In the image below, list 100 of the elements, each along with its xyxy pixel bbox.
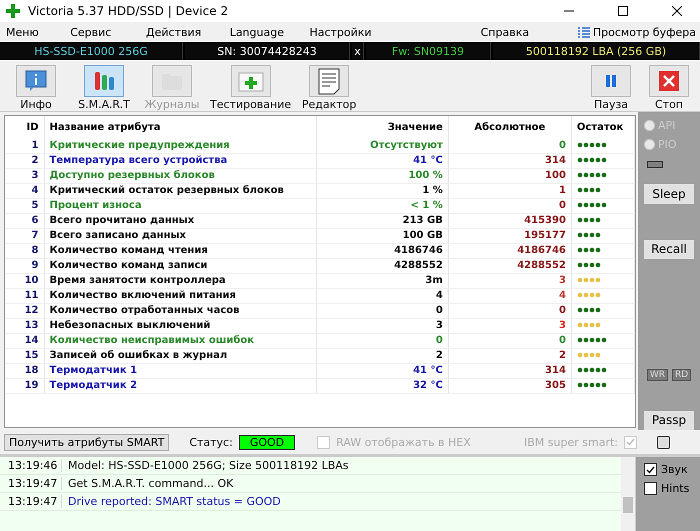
table-cell: Время занятости контроллера [44,273,316,288]
list-icon [578,26,590,38]
device-model: HS-SSD-E1000 256G [0,42,183,60]
table-cell: 4186746 [316,243,448,258]
log-message: Model: HS-SSD-E1000 256G; Size 500118192 LBAs [67,459,349,472]
info-icon [25,70,47,92]
table-cell: Температура всего устройства [44,153,316,168]
table-cell: Термодатчик 2 [44,378,316,393]
menu-item[interactable]: Меню [6,26,70,38]
side-button[interactable]: Sleep [644,184,694,204]
table-cell: 11 [5,288,44,303]
table-cell: 3 [5,168,44,183]
column-header[interactable]: Остаток [571,116,634,138]
device-capacity: 500118192 LBA (256 GB) [493,42,700,60]
option-checkbox[interactable]: Hints [644,482,692,495]
log-time: 13:19:47 [0,477,62,490]
toolbar-button[interactable]: Тестирование [210,65,292,111]
table-cell: 195177 [448,228,572,243]
table-cell: 314 [448,363,572,378]
checkbox-label: IBM super smart: [524,436,618,448]
table-cell: 4 [5,183,44,198]
table-cell: Записей об ошибках в журнал [44,348,316,363]
buffer-view-button[interactable]: Просмотр буфера [578,26,700,38]
table-cell: 2 [5,153,44,168]
table-cell: Доступно резервных блоков [44,168,316,183]
status-indicator [647,160,663,168]
toolbar-button[interactable]: Редактор [299,65,360,111]
get-smart-button[interactable]: Получить атрибуты SMART [4,434,170,450]
table-cell: 4 [448,288,572,303]
table-cell: 4288552 [448,258,572,273]
table-cell: 0 [448,333,572,348]
table-cell: 7 [5,228,44,243]
table-cell: 3 [448,318,572,333]
table-cell: 10 [5,273,44,288]
checkmark-icon [626,438,635,446]
table-cell: 41 °C [316,363,448,378]
activity-indicator: RD [672,368,692,381]
maximize-icon [618,6,628,16]
table-cell: 0 [448,198,572,213]
column-header[interactable]: Абсолютное [448,116,572,138]
table-cell: 0 [316,333,448,348]
log-time: 13:19:47 [0,495,62,508]
table-cell: 13 [5,318,44,333]
table-cell: 8 [5,243,44,258]
table-cell: Небезопасных выключений [44,318,316,333]
table-cell: 0 [448,303,572,318]
firmware-version: Fw: SN09139 [366,42,491,60]
table-cell: Количество команд чтения [44,243,316,258]
table-cell: 3 [448,273,572,288]
table-cell: 3 [316,318,448,333]
column-header[interactable]: ID [5,116,44,138]
side-button[interactable]: Recall [644,240,694,259]
table-cell: 1 [5,138,44,153]
option-checkbox[interactable]: Звук [644,463,692,476]
table-cell: 6 [5,213,44,228]
table-cell: 4288552 [316,258,448,273]
log-message: Get S.M.A.R.T. command... OK [67,477,234,490]
table-cell: Критический остаток резервных блоков [44,183,316,198]
log-time: 13:19:46 [0,459,62,472]
column-header[interactable]: Название атрибута [44,116,316,138]
table-cell: 3m [316,273,448,288]
column-header[interactable]: Значение [316,116,448,138]
toolbar-button[interactable]: Инфо [6,65,66,111]
table-cell: Всего прочитано данных [44,213,316,228]
close-device-button[interactable]: x [352,42,364,60]
table-cell: Отсутствуют [316,138,448,153]
table-cell: 41 °C [316,153,448,168]
table-cell: Количество неисправимых ошибок [44,333,316,348]
table-cell: Всего записано данных [44,228,316,243]
table-cell: 15 [5,348,44,363]
table-cell: 4 [316,288,448,303]
table-cell: Критические предупреждения [44,138,316,153]
menu-item[interactable]: Language [230,26,310,38]
table-cell: Количество отработанных часов [44,303,316,318]
table-cell: < 1 % [316,198,448,213]
table-cell: 2 [448,348,572,363]
menu-item[interactable]: Настройки [309,26,481,38]
table-cell: 305 [448,378,572,393]
checkbox[interactable] [657,436,670,448]
menu-item[interactable]: Справка [480,26,578,38]
checkbox-label: RAW отображать в HEX [336,436,471,448]
table-cell: Количество команд записи [44,258,316,273]
table-cell: 0 [448,138,572,153]
table-cell: 32 °C [316,378,448,393]
menu-item[interactable]: Действия [146,26,230,38]
scrollbar[interactable] [621,457,635,531]
toolbar-button[interactable]: S.M.A.R.T [74,65,134,111]
activity-indicator: WR [646,368,668,381]
table-cell: 12 [5,303,44,318]
test-tubes-icon [92,69,116,93]
status-value: GOOD [238,434,296,450]
table-cell: 1 [448,183,572,198]
table-cell: Процент износа [44,198,316,213]
window-title: Victoria 5.37 HDD/SSD | Device 2 [28,4,230,18]
side-button[interactable]: Passp [644,410,694,430]
table-cell: 213 GB [316,213,448,228]
table-cell: 19 [5,378,44,393]
menu-item[interactable]: Сервис [70,26,146,38]
stop-icon [658,70,680,92]
table-cell: Термодатчик 1 [44,363,316,378]
